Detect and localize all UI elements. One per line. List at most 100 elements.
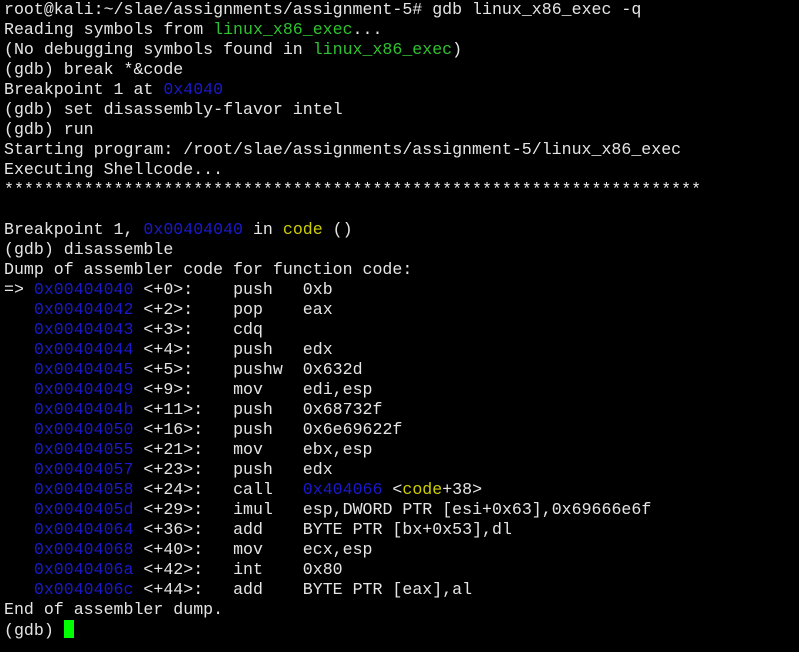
starting-program-line: Starting program: /root/slae/assignments…: [4, 140, 682, 159]
current-instruction-arrow: =>: [4, 280, 34, 299]
gdb-prompt: (gdb): [4, 120, 64, 139]
row-indent: [4, 380, 34, 399]
gdb-flavor-line: (gdb) set disassembly-flavor intel: [4, 100, 343, 119]
instruction-mnemonic: pop: [233, 300, 303, 319]
instruction-offset: <+36>:: [133, 520, 234, 539]
instruction-mnemonic: push: [233, 340, 303, 359]
instruction-offset: <+40>:: [133, 540, 234, 559]
instruction-address: 0x00404057: [33, 460, 134, 479]
instruction-address: 0x00404064: [33, 520, 134, 539]
dump-end: End of assembler dump.: [4, 600, 224, 619]
instruction-offset: <+2>:: [133, 300, 234, 319]
instruction-operands: ebx,esp: [302, 440, 373, 459]
instruction-operands: BYTE PTR [bx+0x53],dl: [302, 520, 512, 539]
instruction-mnemonic: mov: [233, 540, 303, 559]
disasm-row: 0x0040406c <+44>: add BYTE PTR [eax],al: [4, 580, 799, 600]
instruction-offset: <+4>:: [133, 340, 234, 359]
row-indent: [4, 320, 34, 339]
shell-command-line: root@kali:~/slae/assignments/assignment-…: [4, 0, 799, 20]
instruction-operands: esp,DWORD PTR [esi+0x63],0x69666e6f: [302, 500, 652, 519]
gdb-input-line[interactable]: (gdb): [4, 620, 799, 640]
executing-line: Executing Shellcode...: [4, 160, 224, 179]
row-indent: [4, 560, 34, 579]
instruction-offset: <+0>:: [133, 280, 234, 299]
instruction-operands: 0x6e69622f: [302, 420, 403, 439]
shell-command: gdb linux_x86_exec -q: [432, 0, 642, 19]
disasm-row: 0x00404058 <+24>: call 0x404066 <code+38…: [4, 480, 799, 500]
instruction-address: 0x00404068: [33, 540, 134, 559]
instruction-address: 0x0040404b: [33, 400, 134, 419]
instruction-address: 0x00404049: [33, 380, 134, 399]
filename-link: linux_x86_exec: [213, 20, 353, 39]
instruction-offset: <+3>:: [133, 320, 234, 339]
instruction-mnemonic: push: [233, 420, 303, 439]
instruction-address: 0x0040405d: [33, 500, 134, 519]
instruction-mnemonic: push: [233, 460, 303, 479]
row-indent: [4, 540, 34, 559]
disasm-row: 0x00404055 <+21>: mov ebx,esp: [4, 440, 799, 460]
instruction-offset: <+23>:: [133, 460, 234, 479]
disasm-row: 0x00404068 <+40>: mov ecx,esp: [4, 540, 799, 560]
instruction-address: 0x00404043: [33, 320, 134, 339]
instruction-address: 0x0040406c: [33, 580, 134, 599]
function-name: code: [282, 220, 323, 239]
disasm-row: 0x00404064 <+36>: add BYTE PTR [bx+0x53]…: [4, 520, 799, 540]
disasm-row: 0x00404042 <+2>: pop eax: [4, 300, 799, 320]
instruction-operands: 0x632d: [302, 360, 363, 379]
gdb-prompt: (gdb): [4, 621, 64, 640]
instruction-operands: BYTE PTR [eax],al: [302, 580, 473, 599]
row-indent: [4, 300, 34, 319]
instruction-mnemonic: cdq: [233, 320, 303, 339]
terminal-window[interactable]: root@kali:~/slae/assignments/assignment-…: [0, 0, 799, 652]
disassembly-listing: => 0x00404040 <+0>: push 0xb 0x00404042 …: [4, 280, 799, 600]
gdb-disassemble-line: (gdb) disassemble: [4, 240, 174, 259]
instruction-address: 0x00404040: [33, 280, 134, 299]
instruction-mnemonic: add: [233, 520, 303, 539]
shell-prompt: root@kali:~/slae/assignments/assignment-…: [4, 0, 433, 19]
gdb-prompt: (gdb): [4, 60, 64, 79]
stars-separator: ****************************************…: [4, 180, 702, 199]
instruction-operands: edi,esp: [302, 380, 373, 399]
instruction-mnemonic: int: [233, 560, 303, 579]
instruction-address: 0x00404050: [33, 420, 134, 439]
instruction-operands: edx: [302, 340, 333, 359]
disasm-row: 0x00404050 <+16>: push 0x6e69622f: [4, 420, 799, 440]
row-indent: [4, 480, 34, 499]
instruction-operands: edx: [302, 460, 333, 479]
instruction-operands: ecx,esp: [302, 540, 373, 559]
gdb-prompt: (gdb): [4, 240, 64, 259]
instruction-mnemonic: pushw: [233, 360, 303, 379]
row-indent: [4, 360, 34, 379]
breakpoint-hit-address: 0x00404040: [143, 220, 244, 239]
instruction-operands: 0xb: [302, 280, 333, 299]
instruction-mnemonic: add: [233, 580, 303, 599]
disasm-row: 0x0040406a <+42>: int 0x80: [4, 560, 799, 580]
gdb-run-line: (gdb) run: [4, 120, 94, 139]
instruction-mnemonic: push: [233, 280, 303, 299]
instruction-offset: <+44>:: [133, 580, 234, 599]
breakpoint-set-line: Breakpoint 1 at 0x4040: [4, 80, 224, 99]
symbol-open: <: [382, 480, 403, 499]
disasm-row: 0x00404044 <+4>: push edx: [4, 340, 799, 360]
instruction-operands: eax: [302, 300, 333, 319]
disasm-row: 0x00404057 <+23>: push edx: [4, 460, 799, 480]
symbol-close: +38>: [442, 480, 483, 499]
row-indent: [4, 460, 34, 479]
instruction-mnemonic: push: [233, 400, 303, 419]
row-indent: [4, 580, 34, 599]
row-indent: [4, 420, 34, 439]
instruction-mnemonic: mov: [233, 380, 303, 399]
disasm-row: 0x0040405d <+29>: imul esp,DWORD PTR [es…: [4, 500, 799, 520]
row-indent: [4, 500, 34, 519]
instruction-operands: 0x80: [302, 560, 343, 579]
gdb-break-line: (gdb) break *&code: [4, 60, 184, 79]
gdb-prompt: (gdb): [4, 100, 64, 119]
disasm-row: 0x00404045 <+5>: pushw 0x632d: [4, 360, 799, 380]
breakpoint-address: 0x4040: [163, 80, 224, 99]
instruction-mnemonic: call: [233, 480, 303, 499]
instruction-offset: <+21>:: [133, 440, 234, 459]
instruction-address: 0x00404045: [33, 360, 134, 379]
instruction-offset: <+16>:: [133, 420, 234, 439]
disasm-row: 0x0040404b <+11>: push 0x68732f: [4, 400, 799, 420]
